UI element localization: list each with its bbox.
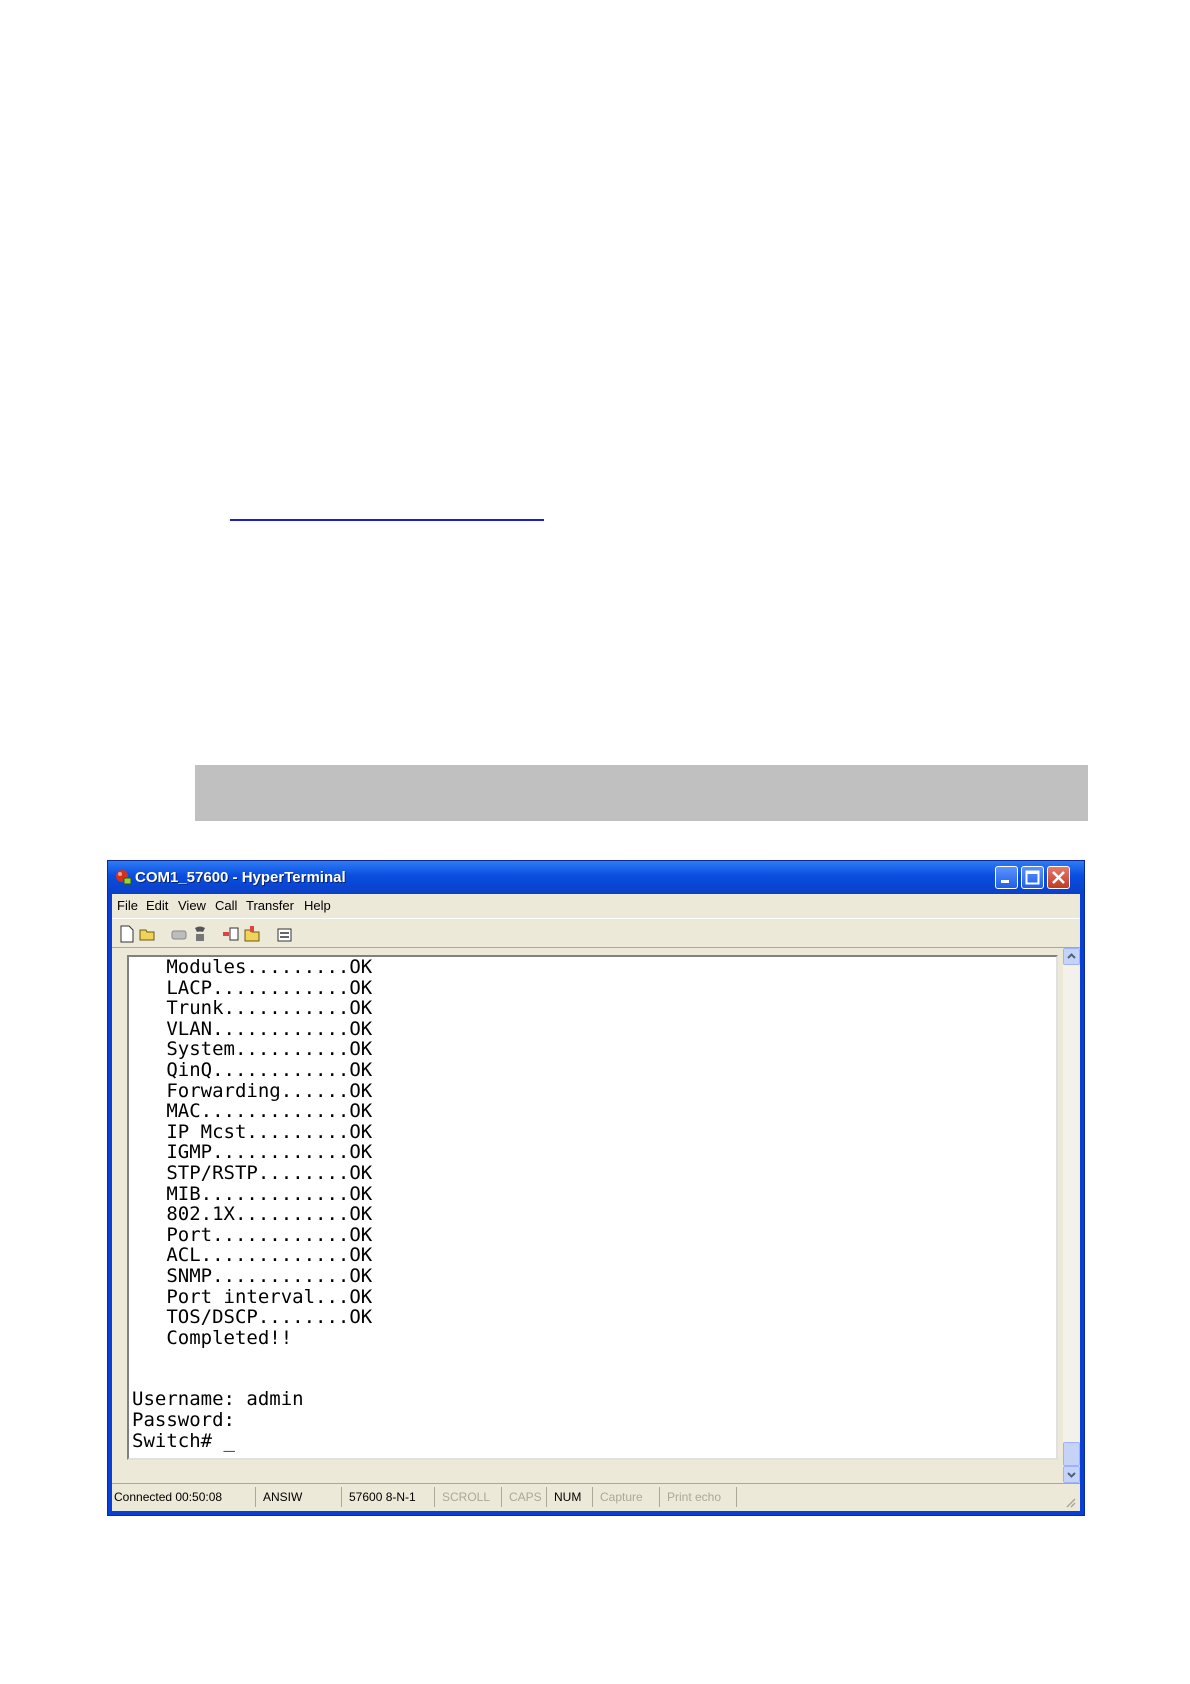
scroll-down-button[interactable] [1063, 1466, 1080, 1483]
terminal-line: 802.1X..........OK [132, 1203, 373, 1226]
menu-bar: File Edit View Call Transfer Help [112, 894, 1080, 918]
receive-icon[interactable] [243, 925, 261, 943]
menu-call[interactable]: Call [215, 898, 237, 913]
vertical-scrollbar[interactable] [1063, 948, 1080, 1483]
terminal-line: LACP............OK [132, 976, 373, 999]
maximize-button[interactable] [1021, 866, 1044, 889]
toolbar [112, 918, 1080, 948]
close-button[interactable] [1047, 866, 1070, 889]
terminal-client-area: Modules.........OK LACP............OK Tr… [112, 948, 1080, 1483]
terminal-line: System..........OK [132, 1038, 373, 1061]
terminal-line: VLAN............OK [132, 1017, 373, 1040]
chevron-up-icon [1067, 953, 1076, 959]
title-bar[interactable]: COM1_57600 - HyperTerminal [108, 861, 1084, 894]
terminal-line: TOS/DSCP........OK [132, 1306, 373, 1329]
scroll-up-button[interactable] [1063, 948, 1080, 965]
terminal-line: ACL.............OK [132, 1244, 373, 1267]
status-num: NUM [554, 1490, 582, 1504]
open-icon[interactable] [139, 925, 157, 943]
terminal-line: Trunk...........OK [132, 997, 373, 1020]
scroll-thumb[interactable] [1063, 1442, 1080, 1466]
terminal-line: Forwarding......OK [132, 1079, 373, 1102]
terminal-line: Modules.........OK [132, 956, 373, 978]
minimize-button[interactable] [995, 866, 1018, 889]
terminal-screen[interactable]: Modules.........OK LACP............OK Tr… [127, 955, 1058, 1460]
terminal-line: Switch# _ [132, 1429, 235, 1452]
close-icon [1052, 871, 1065, 884]
status-capture: Capture [600, 1490, 643, 1504]
terminal-output: Modules.........OK LACP............OK Tr… [132, 957, 372, 1451]
terminal-line: MIB.............OK [132, 1182, 373, 1205]
terminal-line: SNMP............OK [132, 1264, 373, 1287]
status-settings: 57600 8-N-1 [349, 1490, 416, 1504]
new-icon[interactable] [118, 925, 136, 943]
menu-file[interactable]: File [117, 898, 138, 913]
menu-help[interactable]: Help [304, 898, 331, 913]
terminal-line: IGMP............OK [132, 1141, 373, 1164]
resize-grip-icon[interactable] [1064, 1496, 1076, 1508]
terminal-line: Password: [132, 1409, 235, 1432]
disconnect-icon[interactable] [170, 925, 188, 943]
terminal-line: Port interval...OK [132, 1285, 373, 1308]
status-print-echo: Print echo [667, 1490, 722, 1504]
terminal-line: QinQ............OK [132, 1058, 373, 1081]
terminal-line: Username: admin [132, 1388, 304, 1411]
status-bar: Connected 00:50:08 ANSIW 57600 8-N-1 SCR… [112, 1483, 1080, 1511]
maximize-icon [1025, 870, 1040, 885]
terminal-line: MAC.............OK [132, 1100, 373, 1123]
send-icon[interactable] [222, 925, 240, 943]
status-connected: Connected 00:50:08 [114, 1490, 223, 1504]
hyperterminal-app-icon [116, 870, 132, 885]
terminal-line: Port............OK [132, 1223, 373, 1246]
status-caps: CAPS [509, 1490, 542, 1504]
menu-view[interactable]: View [178, 898, 206, 913]
dial-icon[interactable] [191, 925, 209, 943]
minimize-icon [1001, 880, 1009, 883]
window-title: COM1_57600 - HyperTerminal [135, 869, 346, 886]
terminal-line: Completed!! [132, 1326, 293, 1349]
terminal-line: IP Mcst.........OK [132, 1120, 373, 1143]
properties-icon[interactable] [276, 925, 294, 943]
status-emulation: ANSIW [263, 1490, 303, 1504]
caption-banner [195, 765, 1088, 821]
chevron-down-icon [1067, 1472, 1076, 1478]
menu-edit[interactable]: Edit [146, 898, 168, 913]
terminal-line: STP/RSTP........OK [132, 1161, 373, 1184]
hyperterminal-window: COM1_57600 - HyperTerminal File Edit Vie… [107, 860, 1085, 1516]
menu-transfer[interactable]: Transfer [246, 898, 294, 913]
status-scroll: SCROLL [442, 1490, 491, 1504]
hyperlink-underline[interactable] [230, 519, 544, 521]
